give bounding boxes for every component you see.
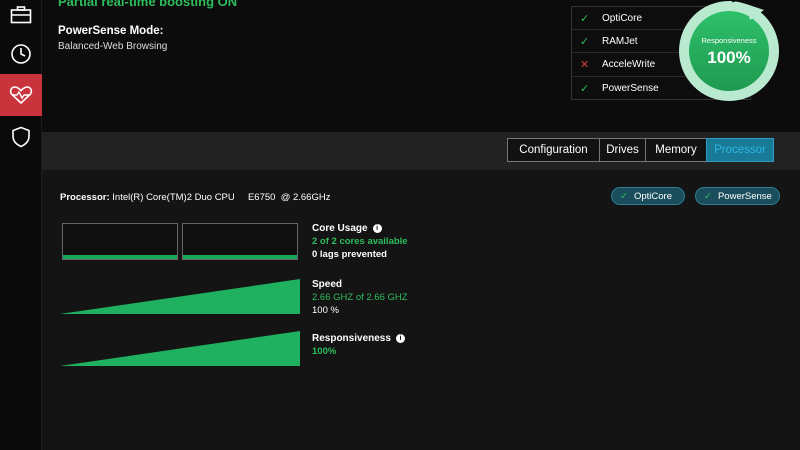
shield-icon: [12, 126, 30, 148]
opticore-pill[interactable]: ✓ OptiCore: [611, 187, 685, 205]
core-1-usage-bar: [63, 255, 177, 259]
tab-bar: Configuration Drives Memory Processor: [42, 132, 800, 170]
processor-name: Intel(R) Core(TM)2 Duo CPU E6750 @ 2.66G…: [112, 192, 331, 203]
check-icon: ✓: [620, 190, 628, 202]
tab-memory[interactable]: Memory: [645, 138, 707, 162]
status-header: Partial real-time boosting ON PowerSense…: [42, 0, 800, 132]
feature-label: RAMJet: [602, 35, 638, 47]
gauge-value: 100%: [707, 48, 751, 67]
feature-label: AcceleWrite: [602, 58, 656, 70]
speed-title: Speed: [312, 279, 343, 290]
processor-label: Processor:: [60, 192, 110, 203]
processor-panel: Processor: Intel(R) Core(TM)2 Duo CPU E6…: [42, 170, 800, 450]
check-icon: ✓: [580, 82, 590, 95]
boost-status-text: Partial real-time boosting ON: [58, 0, 238, 9]
powersense-pill[interactable]: ✓ PowerSense: [695, 187, 780, 205]
responsiveness-value: 100%: [312, 346, 337, 357]
info-icon[interactable]: i: [372, 224, 382, 233]
nav-health-button[interactable]: [0, 74, 42, 116]
core-usage-label: Core Usage: [312, 223, 368, 234]
pill-label: PowerSense: [717, 190, 772, 202]
nav-briefcase-button[interactable]: [0, 0, 42, 36]
responsiveness-label: Responsiveness: [312, 333, 391, 344]
powersense-mode-label: PowerSense Mode:: [58, 25, 164, 37]
tab-configuration[interactable]: Configuration: [507, 138, 600, 162]
check-icon: ✓: [580, 12, 590, 25]
core-usage-available: 2 of 2 cores available: [312, 236, 408, 247]
nav-security-button[interactable]: [0, 116, 42, 158]
processor-info: Processor: Intel(R) Core(TM)2 Duo CPU E6…: [60, 192, 330, 203]
speed-percent: 100 %: [312, 305, 339, 316]
core-2-usage: [182, 223, 298, 260]
tab-processor[interactable]: Processor: [706, 138, 774, 162]
briefcase-icon: [10, 6, 32, 24]
lags-prevented: 0 lags prevented: [312, 249, 387, 260]
heartbeat-icon: [9, 86, 33, 105]
pill-label: OptiCore: [633, 190, 672, 202]
info-icon[interactable]: i: [395, 334, 405, 343]
left-nav-rail: [0, 0, 42, 450]
feature-label: OptiCore: [602, 12, 643, 24]
core-usage-title: Core Usage i: [312, 223, 382, 234]
clock-icon: [11, 44, 31, 64]
powersense-mode-value: Balanced-Web Browsing: [58, 41, 168, 52]
gauge-label: Responsiveness: [701, 36, 757, 45]
feature-label: PowerSense: [602, 82, 659, 94]
cross-icon: ✕: [580, 58, 590, 71]
responsiveness-gauge[interactable]: Responsiveness 100%: [674, 0, 784, 106]
check-icon: ✓: [580, 35, 590, 48]
speed-ghz: 2.66 GHZ of 2.66 GHZ: [312, 292, 408, 303]
check-icon: ✓: [704, 190, 712, 202]
responsiveness-wedge: [60, 331, 300, 366]
speed-wedge: [60, 279, 300, 314]
nav-history-button[interactable]: [0, 33, 42, 75]
core-1-usage: [62, 223, 178, 260]
responsiveness-title: Responsiveness i: [312, 333, 405, 344]
core-2-usage-bar: [183, 255, 297, 259]
tab-drives[interactable]: Drives: [599, 138, 646, 162]
